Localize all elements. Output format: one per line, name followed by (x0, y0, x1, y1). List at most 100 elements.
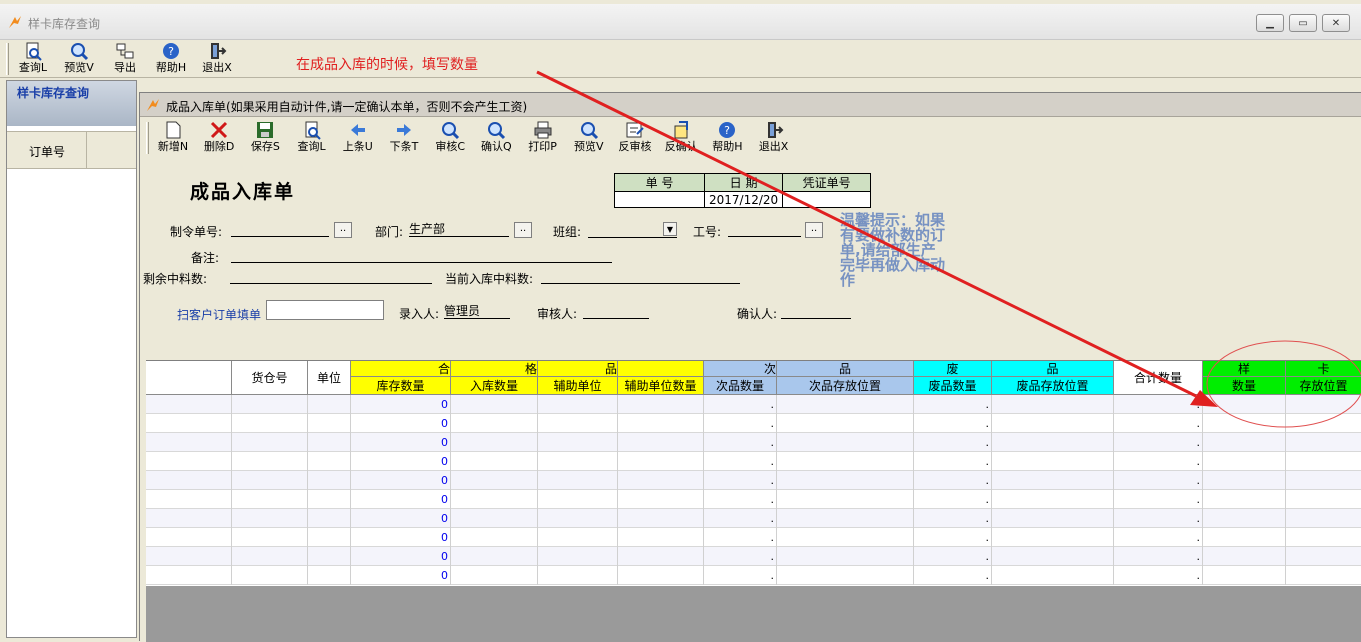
table-row[interactable]: 0... (146, 509, 1361, 528)
table-cell[interactable] (1286, 395, 1361, 414)
table-cell[interactable] (232, 414, 308, 433)
table-cell[interactable]: . (704, 566, 777, 585)
table-cell[interactable] (992, 414, 1114, 433)
table-cell[interactable] (1203, 395, 1286, 414)
table-cell[interactable] (308, 490, 351, 509)
remark-field[interactable] (231, 247, 612, 263)
table-cell[interactable] (451, 547, 538, 566)
table-cell[interactable] (538, 547, 618, 566)
table-row[interactable]: 0... (146, 471, 1361, 490)
table-cell[interactable]: 0 (351, 490, 451, 509)
table-row[interactable]: 0... (146, 433, 1361, 452)
table-cell[interactable] (992, 433, 1114, 452)
table-cell[interactable]: . (704, 433, 777, 452)
table-cell[interactable] (232, 452, 308, 471)
table-cell[interactable] (992, 452, 1114, 471)
table-cell[interactable]: 0 (351, 452, 451, 471)
table-cell[interactable] (232, 490, 308, 509)
table-cell[interactable] (451, 509, 538, 528)
table-cell[interactable] (538, 433, 618, 452)
table-cell[interactable] (777, 471, 914, 490)
table-cell[interactable] (451, 395, 538, 414)
table-cell[interactable]: . (1114, 566, 1203, 585)
table-cell[interactable]: . (914, 509, 992, 528)
table-cell[interactable] (538, 471, 618, 490)
table-cell[interactable] (992, 528, 1114, 547)
table-cell[interactable] (308, 452, 351, 471)
table-cell[interactable] (1203, 528, 1286, 547)
table-cell[interactable] (777, 509, 914, 528)
table-cell[interactable]: . (1114, 433, 1203, 452)
table-cell[interactable] (618, 433, 704, 452)
table-cell[interactable] (618, 395, 704, 414)
table-cell[interactable] (232, 509, 308, 528)
confirmer-field[interactable] (781, 303, 851, 319)
table-cell[interactable] (451, 471, 538, 490)
table-cell[interactable] (1203, 566, 1286, 585)
doc-no-field[interactable] (614, 191, 705, 208)
table-cell[interactable] (1203, 509, 1286, 528)
minimize-button[interactable]: ▁ (1256, 14, 1284, 32)
table-cell[interactable]: . (704, 547, 777, 566)
table-cell[interactable] (992, 490, 1114, 509)
toolbar-button-exit[interactable]: 退出X (751, 119, 797, 155)
table-cell[interactable] (777, 433, 914, 452)
table-cell[interactable]: . (1114, 395, 1203, 414)
entry-field[interactable]: 管理员 (444, 303, 510, 319)
table-cell[interactable] (451, 414, 538, 433)
dept-lookup-button[interactable]: .. (514, 222, 532, 238)
table-cell[interactable] (146, 566, 232, 585)
toolbar-button-query[interactable]: 查询L (10, 40, 56, 76)
table-cell[interactable] (308, 528, 351, 547)
table-cell[interactable]: . (914, 452, 992, 471)
order-no-lookup-button[interactable]: .. (334, 222, 352, 238)
table-cell[interactable] (618, 528, 704, 547)
table-cell[interactable]: . (1114, 528, 1203, 547)
toolbar-button-print[interactable]: 打印P (520, 119, 566, 155)
table-cell[interactable]: . (914, 490, 992, 509)
toolbar-button-next[interactable]: 下条T (381, 119, 427, 155)
table-cell[interactable] (232, 528, 308, 547)
table-cell[interactable] (308, 471, 351, 490)
table-cell[interactable] (538, 509, 618, 528)
doc-date-field[interactable]: 2017/12/20 (703, 191, 784, 208)
table-cell[interactable]: . (914, 395, 992, 414)
table-cell[interactable] (146, 433, 232, 452)
table-cell[interactable] (1286, 547, 1361, 566)
table-cell[interactable] (308, 547, 351, 566)
toolbar-button-confirm[interactable]: 确认Q (473, 119, 519, 155)
table-cell[interactable]: 0 (351, 566, 451, 585)
table-cell[interactable] (992, 547, 1114, 566)
table-cell[interactable] (146, 528, 232, 547)
table-cell[interactable]: . (1114, 490, 1203, 509)
current-field[interactable] (541, 268, 740, 284)
order-no-field[interactable] (231, 221, 329, 237)
table-cell[interactable] (1286, 414, 1361, 433)
table-cell[interactable]: 0 (351, 509, 451, 528)
table-cell[interactable] (146, 547, 232, 566)
table-row[interactable]: 0... (146, 547, 1361, 566)
table-cell[interactable]: . (1114, 509, 1203, 528)
table-cell[interactable] (146, 509, 232, 528)
table-cell[interactable] (538, 414, 618, 433)
team-select[interactable]: ▼ (588, 221, 677, 238)
table-cell[interactable] (538, 452, 618, 471)
table-cell[interactable]: 0 (351, 547, 451, 566)
toolbar-button-query[interactable]: 查询L (289, 119, 335, 155)
table-cell[interactable]: . (914, 433, 992, 452)
detail-grid[interactable]: 货仓号 单位合格品次品废品合计数量样卡库存数量 入库数量 辅助单位 辅助单位数量 次品数量… (146, 360, 1361, 586)
table-cell[interactable] (308, 395, 351, 414)
table-cell[interactable] (1203, 433, 1286, 452)
table-cell[interactable] (1286, 452, 1361, 471)
table-cell[interactable] (308, 433, 351, 452)
toolbar-button-export[interactable]: 导出 (102, 40, 148, 76)
toolbar-button-unaudit[interactable]: 反审核 (612, 119, 658, 155)
table-cell[interactable] (777, 547, 914, 566)
toolbar-button-save[interactable]: 保存S (242, 119, 288, 155)
toolbar-button-preview[interactable]: 预览V (56, 40, 102, 76)
table-cell[interactable]: . (914, 471, 992, 490)
remain-field[interactable] (230, 268, 432, 284)
table-cell[interactable] (1286, 433, 1361, 452)
close-button[interactable]: ✕ (1322, 14, 1350, 32)
table-cell[interactable]: 0 (351, 433, 451, 452)
